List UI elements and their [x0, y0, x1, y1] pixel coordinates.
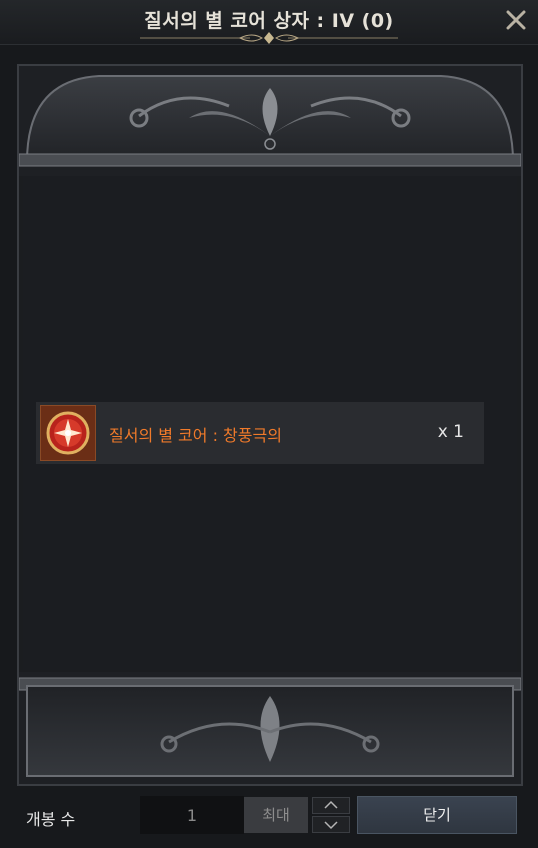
frame-bottom-ornament-icon: [19, 672, 521, 784]
reward-list-item[interactable]: 질서의 별 코어 : 창풍극의 x 1: [36, 402, 484, 464]
open-count-label: 개봉 수: [26, 810, 76, 829]
chevron-down-icon[interactable]: [312, 816, 350, 833]
frame-top-ornament-icon: [19, 66, 521, 176]
bottom-controls: 개봉 수 최대 닫기: [0, 790, 538, 848]
item-name: 질서의 별 코어 : 창풍극의: [109, 426, 282, 445]
core-box-window: 질서의 별 코어 상자 : IV (0) 질서의 별 코어: 창풍극의 x 1…: [0, 0, 538, 848]
window-title: 질서의 별 코어 상자 : IV (0): [144, 10, 394, 32]
chevron-up-icon[interactable]: [312, 797, 350, 814]
title-ornament-icon: [140, 32, 398, 44]
close-button[interactable]: 닫기: [357, 796, 517, 834]
max-button[interactable]: 최대: [244, 797, 308, 833]
close-icon[interactable]: [504, 6, 528, 34]
quantity-input[interactable]: [140, 796, 244, 834]
item-quantity: x 1: [437, 422, 464, 442]
star-core-icon: [40, 405, 96, 461]
title-bar: 질서의 별 코어 상자 : IV (0): [0, 0, 538, 45]
